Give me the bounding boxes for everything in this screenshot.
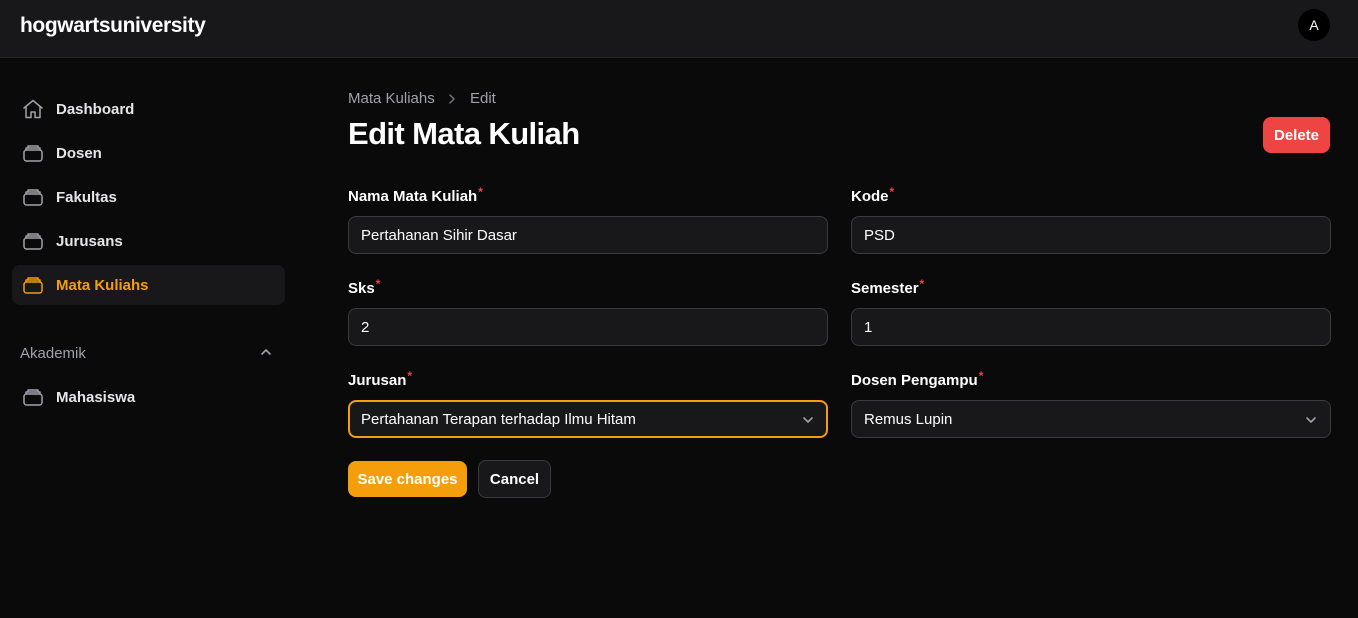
sidebar-item-dashboard[interactable]: Dashboard (12, 89, 285, 129)
required-marker: * (978, 369, 984, 383)
breadcrumb-parent-link[interactable]: Mata Kuliahs (348, 90, 435, 107)
required-marker: * (889, 185, 895, 199)
home-icon (23, 99, 43, 119)
sidebar-item-label: Dashboard (56, 101, 135, 118)
sidebar-item-label: Mahasiswa (56, 389, 136, 406)
kode-label: Kode* (851, 185, 895, 205)
stack-icon (23, 145, 43, 162)
semester-input[interactable]: 1 (851, 308, 1331, 346)
required-marker: * (375, 277, 381, 291)
required-marker: * (407, 369, 413, 383)
stack-icon (23, 233, 43, 250)
nama-label: Nama Mata Kuliah* (348, 185, 483, 205)
kode-input[interactable]: PSD (851, 216, 1331, 254)
jurusan-label: Jurusan* (348, 369, 413, 389)
chevron-down-icon (1306, 417, 1316, 423)
jurusan-select[interactable]: Pertahanan Terapan terhadap Ilmu Hitam (348, 400, 828, 438)
nama-mata-kuliah-input[interactable]: Pertahanan Sihir Dasar (348, 216, 828, 254)
required-marker: * (919, 277, 925, 291)
sks-input[interactable]: 2 (348, 308, 828, 346)
chevron-up-icon[interactable] (259, 345, 273, 359)
sidebar-item-mahasiswa[interactable]: Mahasiswa (12, 377, 285, 417)
required-marker: * (478, 185, 483, 199)
sidebar-item-fakultas[interactable]: Fakultas (12, 177, 285, 217)
chevron-right-icon (449, 94, 455, 104)
kode-value: PSD (864, 227, 895, 244)
sidebar-item-dosen[interactable]: Dosen (12, 133, 285, 173)
jurusan-value: Pertahanan Terapan terhadap Ilmu Hitam (361, 411, 636, 428)
sidebar-item-label: Dosen (56, 145, 102, 162)
semester-value: 1 (864, 319, 873, 336)
dosen-value: Remus Lupin (864, 411, 953, 428)
stack-icon (23, 389, 43, 406)
sidebar-item-label: Mata Kuliahs (56, 277, 149, 294)
save-changes-button[interactable]: Save changes (348, 461, 467, 497)
dosen-pengampu-select[interactable]: Remus Lupin (851, 400, 1331, 438)
top-bar: hogwartsuniversity A (0, 0, 1358, 58)
sks-value: 2 (361, 319, 370, 336)
brand-logo[interactable]: hogwartsuniversity (20, 14, 206, 38)
semester-label: Semester* (851, 277, 925, 297)
sidebar-item-label: Fakultas (56, 189, 117, 206)
page-title: Edit Mata Kuliah (348, 116, 580, 151)
sks-label: Sks* (348, 277, 381, 297)
delete-button[interactable]: Delete (1263, 117, 1330, 153)
sidebar-item-mata-kuliahs[interactable]: Mata Kuliahs (12, 265, 285, 305)
chevron-down-icon (803, 417, 813, 423)
sidebar-item-label: Jurusans (56, 233, 123, 250)
sidebar-group-label[interactable]: Akademik (20, 345, 86, 362)
nama-value: Pertahanan Sihir Dasar (361, 227, 517, 244)
cancel-button[interactable]: Cancel (478, 460, 551, 498)
dosen-label: Dosen Pengampu* (851, 369, 984, 389)
breadcrumb-current: Edit (470, 90, 496, 107)
stack-icon (23, 189, 43, 206)
sidebar-item-jurusans[interactable]: Jurusans (12, 221, 285, 261)
user-avatar[interactable]: A (1298, 9, 1330, 41)
stack-icon (23, 277, 43, 294)
